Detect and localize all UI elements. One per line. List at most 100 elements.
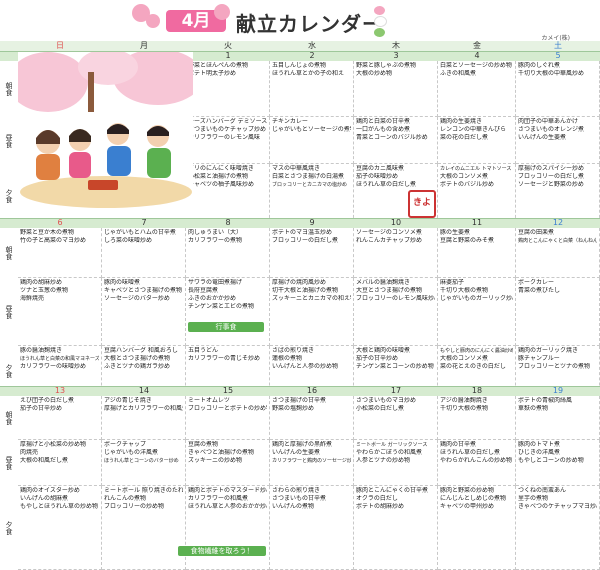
- menu-cell: 鶏肉と白菜の甘辛煮 一口がんもの含め煮 青菜とコーンのバジル炒め: [354, 117, 438, 164]
- menu-cell: 肉団子の中華あんかけ さつまいものオレンジ煮 いんげんの生姜煮: [516, 117, 600, 164]
- menu-cell: 鶏肉の胡麻炒め ツナと玉葱の煮物 海鮮焼売: [18, 278, 102, 346]
- date-label: 11: [471, 218, 483, 227]
- menu-cell: 鶏肉のオイスター炒め いんげんの胡麻煮 もやしとほうれん草の炒め物: [18, 486, 102, 570]
- menu-item: 鶏肉とこんにゃくと白菜（ねんねん）: [518, 238, 597, 244]
- menu-item: えび団子の白だし煮: [20, 397, 75, 404]
- menu-cell: 豚肉のしぐれ煮 千切り大根の中華風炒め: [516, 61, 600, 117]
- menu-item: 海鮮焼売: [20, 295, 45, 302]
- menu-cell: 豆腐の煮物 きゃべつと油揚げの煮物 ズッキーニの炒め物: [186, 440, 270, 486]
- cherry-blossom-icon: [214, 4, 230, 20]
- menu-item: いんげんの胡麻煮: [20, 495, 69, 502]
- menu-item: ブリのにんにく味噌焼き: [188, 165, 254, 172]
- menu-item: カリフラワーの味噌炒め: [20, 363, 87, 370]
- menu-item: 厚揚げの焼肉風炒め: [272, 279, 327, 286]
- menu-item: ブロッコリーとツナの煮物: [518, 363, 591, 370]
- date-label: 15: [222, 386, 234, 395]
- menu-cell: 豚肉とこんにゃくの甘辛煮 オクラの白だし ポテトの胡麻炒め: [354, 486, 438, 570]
- menu-item: チーズハンバーグ デミソース: [188, 118, 267, 125]
- date-label: 10: [390, 218, 402, 227]
- menu-item: 豆腐ハンバーグ 和風おろし: [104, 347, 178, 354]
- menu-item: 豚肉とこんにゃくの甘辛煮: [356, 487, 429, 494]
- fiber-badge: 食物繊維を取ろう！: [178, 546, 266, 556]
- meal-label: 朝食: [5, 82, 13, 96]
- date-label: 5: [555, 51, 561, 60]
- menu-item: キャベツの甲州炒め: [440, 503, 495, 510]
- menu-item: 豆腐の煮物: [188, 441, 219, 448]
- menu-item: 鶏肉と白菜の甘辛煮: [356, 118, 411, 125]
- menu-item: いんげんの煮物: [272, 503, 315, 510]
- menu-item: 大根とさつま揚げの煮物: [104, 355, 171, 362]
- menu-item: さわらの煎り焼き: [272, 487, 321, 494]
- menu-item: 豚の醤油麹焼き: [20, 347, 63, 354]
- meal-label: 夕食: [5, 521, 13, 535]
- menu-item: さつま揚げの甘辛煮: [272, 397, 327, 404]
- menu-item: れんこんカチャップ炒め: [356, 237, 422, 244]
- menu-item: 長府豆腐煮: [188, 287, 219, 294]
- menu-item: 豚肉のトマト煮: [518, 441, 561, 448]
- menu-item: ソーセージのバター炒め: [104, 295, 170, 302]
- date-label: 9: [309, 218, 315, 227]
- menu-item: ほうれん草と白菜の和風マヨネーズ炒め: [20, 356, 99, 362]
- menu-item: きゃべつと油揚げの煮物: [188, 449, 255, 456]
- menu-cell: アジの青じそ焼き 厚揚げとカリフラワーの和風煮: [102, 396, 186, 440]
- menu-item: カリフラワーと鶏肉のソーセージ炒め: [272, 458, 351, 464]
- menu-item: 鶏肉の甘辛煮: [440, 441, 477, 448]
- menu-item: 鶏肉のオイスター炒め: [20, 487, 80, 494]
- menu-item: 白菜とさつま揚げの白湯煮: [272, 173, 345, 180]
- menu-item: ブロッコリーの白だし煮: [272, 237, 339, 244]
- menu-item: にんじんとしめじの煮物: [440, 495, 507, 502]
- menu-cell: 五目しんじょの煮物 ほうれん草とかの子の和え: [270, 61, 354, 117]
- menu-item: 厚揚げのスパイシー炒め: [518, 165, 585, 172]
- menu-item: もやしとコーンの炒め物: [518, 457, 584, 464]
- menu-cell: 鶏肉の甘辛煮 ほうれん草の白だし煮 やわらかれんこんの炒め物: [438, 440, 516, 486]
- menu-item: ブロッコリーのレモン風味炒め: [356, 295, 435, 302]
- date-label: 17: [390, 386, 402, 395]
- menu-item: 一口がんもの含め煮: [356, 126, 411, 133]
- menu-cell: 鶏肉とポテトのマスタード炒め カリフラワーの和風煮 ほうれん草と人参のおかか炒め: [186, 486, 270, 570]
- menu-item: ブロッコリーとポテトの炒め物: [188, 405, 267, 412]
- menu-item: 切干大根と油揚げの煮物: [272, 287, 339, 294]
- menu-item: メバルの醤油麹焼き: [356, 279, 411, 286]
- weekday-3: 水: [308, 41, 316, 50]
- menu-item: ほうれん草の白だし煮: [356, 181, 417, 188]
- menu-item: やわらかれんこんの炒め物: [440, 457, 513, 464]
- menu-item: 豚の生姜煮: [440, 229, 471, 236]
- menu-item: 里芋の煮物: [518, 495, 549, 502]
- menu-item: アジの青じそ焼き: [104, 397, 152, 404]
- menu-item: 豚肉のしぐれ煮: [518, 62, 561, 69]
- menu-item: アジの醤油麹焼き: [440, 397, 488, 404]
- menu-item: 大根と鶏肉の味噌煮: [356, 347, 411, 354]
- menu-cell: 鶏肉と厚揚げの黒酢煮 いんげんの生姜煮 カリフラワーと鶏肉のソーセージ炒め: [270, 440, 354, 486]
- menu-item: 茄子の甘辛炒め: [20, 405, 63, 412]
- menu-item: ほうれん草とかの子の和え: [272, 70, 345, 77]
- menu-item: ほうれん草とコーンのバター炒め: [104, 458, 179, 464]
- menu-item: 肉しゅうまい（大）: [188, 229, 243, 236]
- menu-item: きゃべつのケチャップマヨ炒め: [518, 503, 597, 510]
- menu-cell: つくねの南蛮あん 里芋の煮物 きゃべつのケチャップマヨ炒め: [516, 486, 600, 570]
- menu-cell: ポークチャップ じゃがいもの洋風煮 ほうれん草とコーンのバター炒め: [102, 440, 186, 486]
- menu-item: ポテト明太子炒め: [188, 70, 237, 77]
- date-label: 13: [54, 386, 66, 395]
- menu-item: 小松菜と油揚げの煮物: [188, 173, 249, 180]
- date-label: 7: [141, 218, 147, 227]
- menu-item: 豚肉と野菜の炒め物: [440, 487, 495, 494]
- menu-cell: チキンカレー じゃがいもとソーセージの煮物: [270, 117, 354, 164]
- menu-item: 鶏肉の生姜焼き: [440, 118, 483, 125]
- menu-item: チキンカレー: [272, 118, 308, 125]
- menu-item: さばの煎り焼き: [272, 347, 315, 354]
- menu-item: レンコンの中華きんぴら: [440, 126, 507, 133]
- menu-item: 豚肉の味噌煮: [104, 279, 141, 286]
- meal-label: 朝食: [5, 246, 13, 260]
- menu-cell: 白菜とソーセージの炒め物 ふきの和風煮: [438, 61, 516, 117]
- menu-item: ミートボール 照り焼きのたれ: [104, 487, 183, 494]
- menu-item: 蓮根の煮物: [272, 355, 303, 362]
- menu-item: しろ菜の味噌炒め: [104, 237, 153, 244]
- date-label: 14: [138, 386, 150, 395]
- menu-item: じゃがいもとハムの甘辛煮: [104, 229, 176, 236]
- menu-item: ブロッコリーの炒め物: [104, 503, 165, 510]
- date-label: 12: [552, 218, 564, 227]
- menu-item: さつまいものケチャップ炒め: [188, 126, 266, 133]
- date-label: 18: [471, 386, 483, 395]
- menu-item: やわらかごぼうの和風煮: [356, 449, 423, 456]
- menu-cell: 豚肉のトマト煮 ひじきの洋風煮 もやしとコーンの炒め物: [516, 440, 600, 486]
